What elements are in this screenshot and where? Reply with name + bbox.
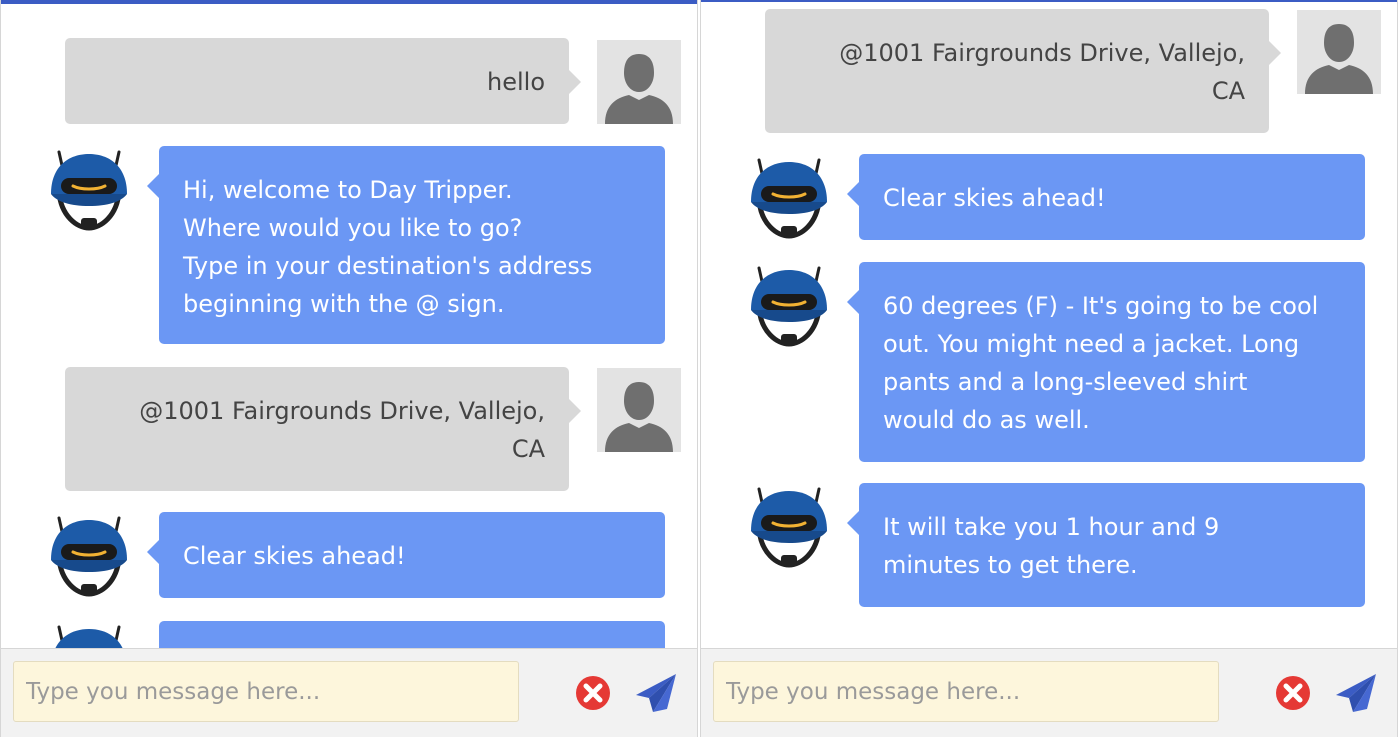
message-input[interactable] — [713, 661, 1219, 722]
message-text: would do as well. — [883, 406, 1090, 434]
paper-plane-icon — [635, 673, 677, 713]
message-text: CA — [1211, 77, 1245, 105]
message-text: 60 degrees (F) - It's going to be cool — [883, 292, 1319, 320]
bot-avatar-icon — [747, 485, 831, 569]
message-bubble-user: @1001 Fairgrounds Drive, Vallejo, CA — [765, 9, 1281, 133]
message-bubble-user: @1001 Fairgrounds Drive, Vallejo, CA — [65, 367, 581, 491]
message-list[interactable]: hello Hi, welcome to Day Tripper. Where … — [1, 0, 697, 648]
chat-panel-right: @1001 Fairgrounds Drive, Vallejo, CA Cle… — [700, 0, 1398, 737]
send-button[interactable] — [635, 673, 677, 713]
clear-button[interactable] — [1275, 675, 1311, 711]
bot-avatar-icon — [47, 514, 131, 598]
message-text: Clear skies ahead! — [883, 184, 1106, 212]
bot-avatar-icon — [47, 623, 131, 648]
message-bubble-bot-partial — [159, 621, 665, 648]
close-circle-icon — [575, 675, 611, 711]
close-circle-icon — [1275, 675, 1311, 711]
message-bubble-bot: Hi, welcome to Day Tripper. Where would … — [147, 146, 665, 344]
bot-avatar-icon — [747, 156, 831, 240]
bot-avatar-icon — [47, 148, 131, 232]
composer-bar — [701, 648, 1397, 737]
bot-avatar-icon — [747, 264, 831, 348]
message-text: hello — [487, 68, 545, 96]
user-avatar-icon — [597, 40, 681, 124]
message-text: @1001 Fairgrounds Drive, Vallejo, — [839, 39, 1245, 67]
send-button[interactable] — [1335, 673, 1377, 713]
message-text: pants and a long-sleeved shirt — [883, 368, 1248, 396]
message-text: Clear skies ahead! — [183, 542, 406, 570]
message-text: Type in your destination's address — [183, 252, 593, 280]
composer-bar — [1, 648, 697, 737]
message-bubble-bot: It will take you 1 hour and 9 minutes to… — [847, 483, 1365, 607]
user-avatar-icon — [597, 368, 681, 452]
message-input[interactable] — [13, 661, 519, 722]
message-bubble-bot: Clear skies ahead! — [847, 154, 1365, 240]
message-bubble-bot: Clear skies ahead! — [147, 512, 665, 598]
user-avatar-icon — [1297, 10, 1381, 94]
message-text: out. You might need a jacket. Long — [883, 330, 1300, 358]
message-bubble-user: hello — [65, 38, 581, 124]
chat-panel-left: hello Hi, welcome to Day Tripper. Where … — [0, 0, 698, 737]
message-text: minutes to get there. — [883, 551, 1138, 579]
message-text: Hi, welcome to Day Tripper. — [183, 176, 513, 204]
message-list[interactable]: @1001 Fairgrounds Drive, Vallejo, CA Cle… — [701, 0, 1397, 648]
message-text: It will take you 1 hour and 9 — [883, 513, 1220, 541]
message-text: CA — [511, 435, 545, 463]
paper-plane-icon — [1335, 673, 1377, 713]
message-text: Where would you like to go? — [183, 214, 523, 242]
clear-button[interactable] — [575, 675, 611, 711]
message-text: beginning with the @ sign. — [183, 290, 505, 318]
message-bubble-bot: 60 degrees (F) - It's going to be cool o… — [847, 262, 1365, 462]
message-text: @1001 Fairgrounds Drive, Vallejo, — [139, 397, 545, 425]
